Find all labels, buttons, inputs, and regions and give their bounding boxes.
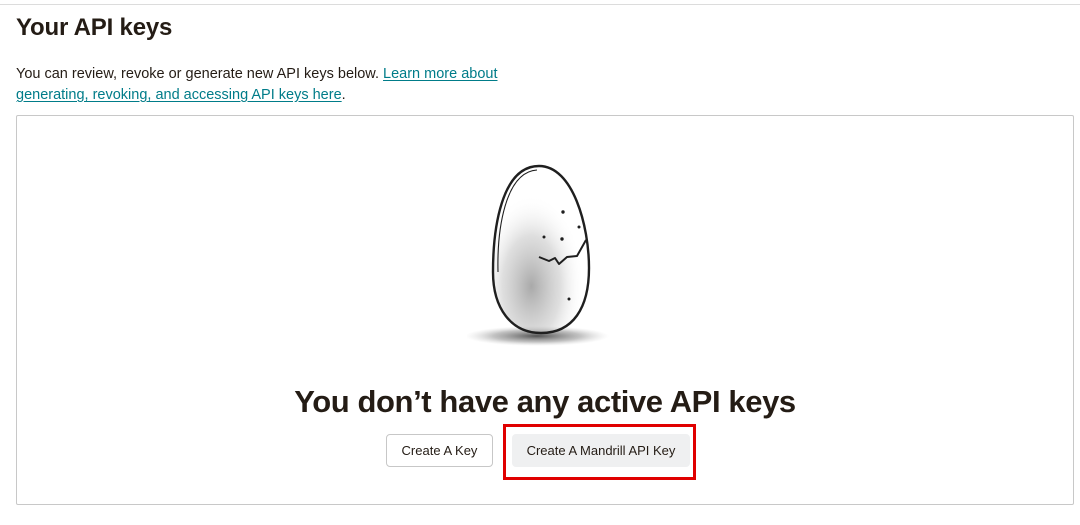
intro-trailing: .: [341, 87, 346, 103]
api-keys-panel: You don’t have any active API keys Creat…: [16, 115, 1074, 505]
egg-speck: [561, 210, 565, 214]
top-divider: [0, 4, 1080, 5]
page-title: Your API keys: [16, 14, 173, 41]
cracked-egg-illustration: [467, 164, 609, 346]
create-mandrill-key-button[interactable]: Create A Mandrill API Key: [512, 434, 690, 467]
create-key-button[interactable]: Create A Key: [386, 434, 493, 467]
egg-speck: [542, 235, 546, 239]
intro-text: You can review, revoke or generate new A…: [16, 64, 536, 106]
empty-state-heading: You don’t have any active API keys: [294, 384, 796, 419]
intro-description: You can review, revoke or generate new A…: [16, 66, 379, 82]
egg-speck: [567, 297, 571, 301]
egg-speck: [577, 225, 581, 229]
egg-speck: [560, 237, 564, 241]
